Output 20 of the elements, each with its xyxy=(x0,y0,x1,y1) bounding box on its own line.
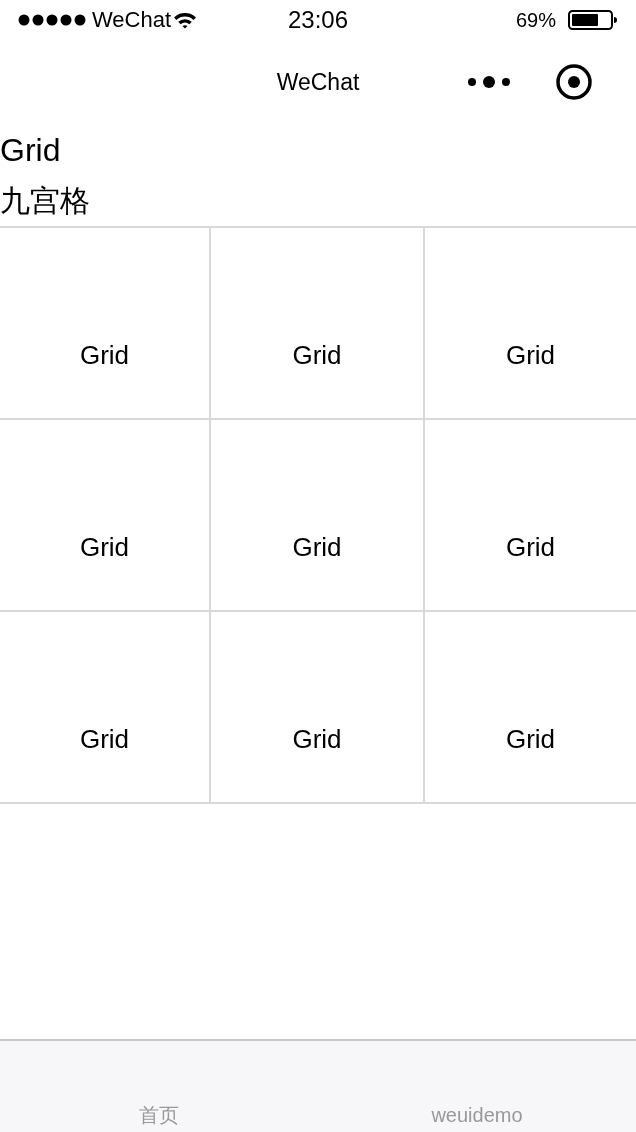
page-subtitle: 九宫格 xyxy=(0,183,90,219)
grid-item[interactable]: Grid xyxy=(425,612,636,804)
wifi-icon xyxy=(173,11,198,29)
circle-dot-icon[interactable] xyxy=(556,64,592,100)
battery-icon xyxy=(568,10,618,30)
grid-item[interactable]: Grid xyxy=(425,420,636,612)
grid-item[interactable]: Grid xyxy=(211,228,425,420)
nav-title: WeChat xyxy=(276,68,360,96)
grid-item[interactable]: Grid xyxy=(0,612,211,804)
battery-percentage: 69% xyxy=(515,8,556,32)
grid-item[interactable]: Grid xyxy=(0,228,211,420)
more-icon[interactable] xyxy=(468,76,510,88)
status-time: 23:06 xyxy=(287,6,349,34)
grid-item[interactable]: Grid xyxy=(425,228,636,420)
grid-item[interactable]: Grid xyxy=(0,420,211,612)
page-title: Grid xyxy=(0,131,61,170)
grid-item[interactable]: Grid xyxy=(211,420,425,612)
carrier-name: WeChat xyxy=(92,7,172,33)
grid-item[interactable]: Grid xyxy=(211,612,425,804)
signal-dots-icon xyxy=(18,14,86,26)
